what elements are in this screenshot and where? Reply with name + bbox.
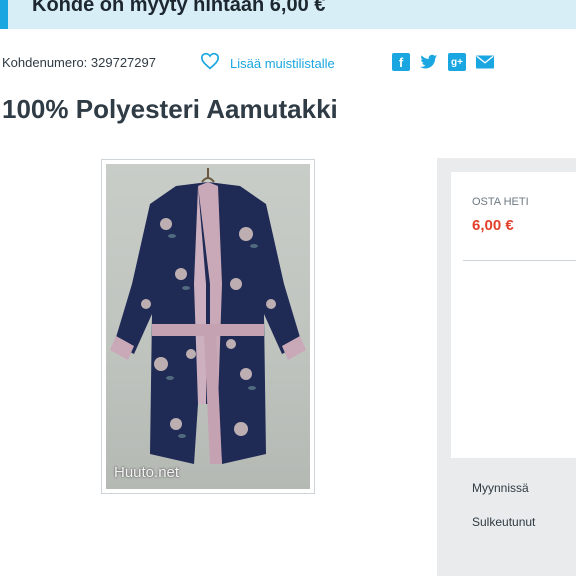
buy-now-price: 6,00 €	[472, 217, 514, 234]
heart-icon	[200, 52, 220, 75]
sold-banner-text: Kohde on myyty hintaan 6,00 €	[32, 0, 326, 16]
buy-now-label: OSTA HETI	[472, 196, 529, 208]
product-image-frame[interactable]: Huuto.net	[101, 159, 315, 494]
email-icon[interactable]	[476, 53, 494, 71]
item-number: Kohdenumero: 329727297	[2, 55, 156, 70]
add-to-watchlist-label: Lisää muistilistalle	[230, 55, 335, 71]
sold-banner: Kohde on myyty hintaan 6,00 €	[0, 0, 576, 29]
share-buttons: f g+	[392, 52, 504, 72]
twitter-icon[interactable]	[420, 53, 438, 71]
product-image[interactable]: Huuto.net	[106, 164, 310, 489]
google-plus-icon[interactable]: g+	[448, 53, 466, 71]
add-to-watchlist-button[interactable]: Lisää muistilistalle	[200, 52, 335, 74]
status-closed: Sulkeutunut	[472, 515, 536, 529]
divider	[463, 260, 576, 261]
product-title: 100% Polyesteri Aamutakki	[2, 94, 338, 124]
buy-now-box	[451, 172, 576, 458]
bathrobe-illustration	[110, 168, 306, 464]
image-watermark: Huuto.net	[114, 464, 180, 481]
facebook-icon[interactable]: f	[392, 53, 410, 71]
status-on-sale: Myynnissä	[472, 481, 529, 495]
